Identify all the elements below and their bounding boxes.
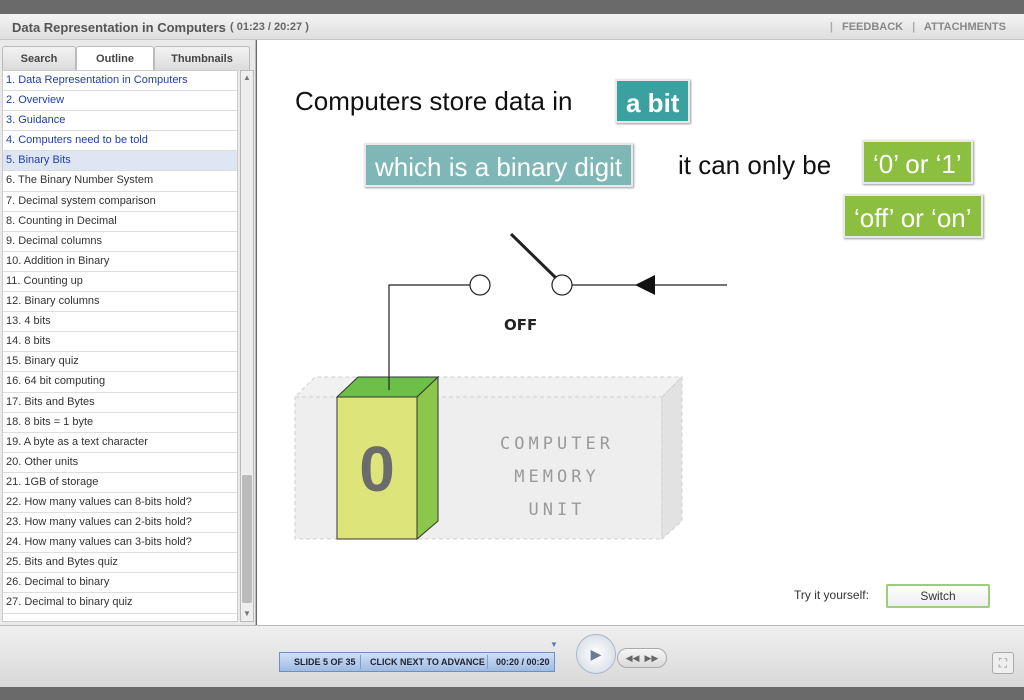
outline-item[interactable]: 11. Counting up [3, 272, 237, 293]
outline-item[interactable]: 22. How many values can 8-bits hold? [3, 493, 237, 514]
outline-item[interactable]: 13. 4 bits [3, 312, 237, 333]
outline-item[interactable]: 7. Decimal system comparison [3, 192, 237, 212]
memory-unit-label: COMPUTER MEMORY UNIT [477, 428, 637, 527]
elapsed-time: ( 01:23 / 20:27 ) [230, 21, 309, 33]
playback-time: 00:20 / 00:20 [496, 657, 550, 667]
circuit-diagram [293, 232, 727, 541]
separator: | [829, 21, 833, 33]
slide-stage: Computers store data in a bit which is a… [257, 40, 1024, 625]
chevron-down-icon[interactable]: ▼ [550, 640, 558, 649]
presentation-title: Data Representation in Computers [12, 20, 226, 35]
slide-counter: SLIDE 5 OF 35 [294, 657, 356, 667]
bit-value: 0 [359, 433, 395, 505]
terminal-right [551, 274, 573, 296]
advance-hint: CLICK NEXT TO ADVANCE [370, 657, 485, 667]
previous-icon[interactable]: ◀◀ [626, 653, 640, 663]
sidebar-tabs: Search Outline Thumbnails [0, 46, 256, 70]
outline-item[interactable]: 16. 64 bit computing [3, 372, 237, 393]
tab-search[interactable]: Search [2, 46, 76, 70]
outline-item[interactable]: 21. 1GB of storage [3, 473, 237, 493]
outline-item[interactable]: 23. How many values can 2-bits hold? [3, 513, 237, 534]
divider [487, 655, 488, 669]
slide-text-store: Computers store data in [295, 86, 573, 116]
header-links: | FEEDBACK | ATTACHMENTS [824, 21, 1006, 33]
separator: | [912, 21, 916, 33]
outline-item[interactable]: 17. Bits and Bytes [3, 393, 237, 413]
outline-item[interactable]: 6. The Binary Number System [3, 171, 237, 192]
try-label: Try it yourself: [794, 588, 869, 602]
arrow-icon [635, 275, 655, 295]
outline-item[interactable]: 3. Guidance [3, 111, 237, 132]
scrollbar-thumb[interactable] [242, 475, 252, 603]
circuit-wire [388, 284, 470, 390]
memory-label-line: UNIT [528, 500, 586, 520]
scrollbar[interactable]: ▲ ▼ [240, 70, 254, 622]
outline-item[interactable]: 26. Decimal to binary [3, 573, 237, 594]
slide-text-only-be: it can only be [678, 150, 832, 180]
outline-item[interactable]: 5. Binary Bits [3, 151, 237, 172]
status-bar: SLIDE 5 OF 35 CLICK NEXT TO ADVANCE 00:2… [279, 652, 555, 672]
sidebar: Search Outline Thumbnails 1. Data Repres… [0, 40, 256, 625]
memory-label-line: COMPUTER [500, 434, 614, 454]
outline-item[interactable]: 2. Overview [3, 91, 237, 112]
terminal-left [469, 274, 491, 296]
binary-digit-box: which is a binary digit [364, 143, 634, 187]
scroll-down-icon[interactable]: ▼ [242, 608, 252, 620]
player-window: Data Representation in Computers ( 01:23… [0, 0, 1024, 700]
divider [360, 655, 361, 669]
tab-thumbnails[interactable]: Thumbnails [154, 46, 250, 70]
outline-item[interactable]: 12. Binary columns [3, 292, 237, 313]
bit-label-box: a bit [615, 79, 691, 123]
play-icon: ▶ [590, 646, 602, 662]
outline-item[interactable]: 1. Data Representation in Computers [3, 71, 237, 92]
outline-item[interactable]: 10. Addition in Binary [3, 252, 237, 272]
outline-item[interactable]: 24. How many values can 3-bits hold? [3, 533, 237, 554]
player-controls: ▼ SLIDE 5 OF 35 CLICK NEXT TO ADVANCE 00… [0, 625, 1024, 687]
fullscreen-icon[interactable]: ⛶ [992, 652, 1014, 674]
outline-item[interactable]: 19. A byte as a text character [3, 433, 237, 453]
states-box: ‘off’ or ‘on’ [843, 194, 983, 238]
values-box: ‘0’ or ‘1’ [862, 140, 973, 184]
play-pause-button[interactable]: ▶ [576, 634, 616, 674]
switch-lever [509, 232, 558, 280]
outline-item[interactable]: 8. Counting in Decimal [3, 212, 237, 232]
outline-item[interactable]: 9. Decimal columns [3, 232, 237, 252]
title-bar: Data Representation in Computers ( 01:23… [0, 14, 1024, 40]
scroll-up-icon[interactable]: ▲ [242, 72, 252, 84]
outline-item[interactable]: 25. Bits and Bytes quiz [3, 553, 237, 574]
switch-state-label: OFF [504, 316, 538, 334]
prev-next-buttons[interactable]: ◀◀ ▶▶ [617, 648, 667, 668]
switch-button[interactable]: Switch [886, 584, 990, 608]
outline-item[interactable]: 4. Computers need to be told [3, 131, 237, 152]
outline-item[interactable]: 27. Decimal to binary quiz [3, 593, 237, 614]
feedback-link[interactable]: FEEDBACK [842, 21, 903, 33]
outline-item[interactable]: 14. 8 bits [3, 332, 237, 353]
attachments-link[interactable]: ATTACHMENTS [924, 21, 1006, 33]
outline-list: 1. Data Representation in Computers 2. Ov… [2, 70, 238, 622]
outline-item[interactable]: 15. Binary quiz [3, 352, 237, 373]
outline-item[interactable]: 18. 8 bits = 1 byte [3, 413, 237, 433]
tab-outline[interactable]: Outline [76, 46, 154, 70]
outline-item[interactable]: 20. Other units [3, 453, 237, 473]
memory-label-line: MEMORY [514, 467, 600, 487]
next-icon[interactable]: ▶▶ [645, 653, 659, 663]
